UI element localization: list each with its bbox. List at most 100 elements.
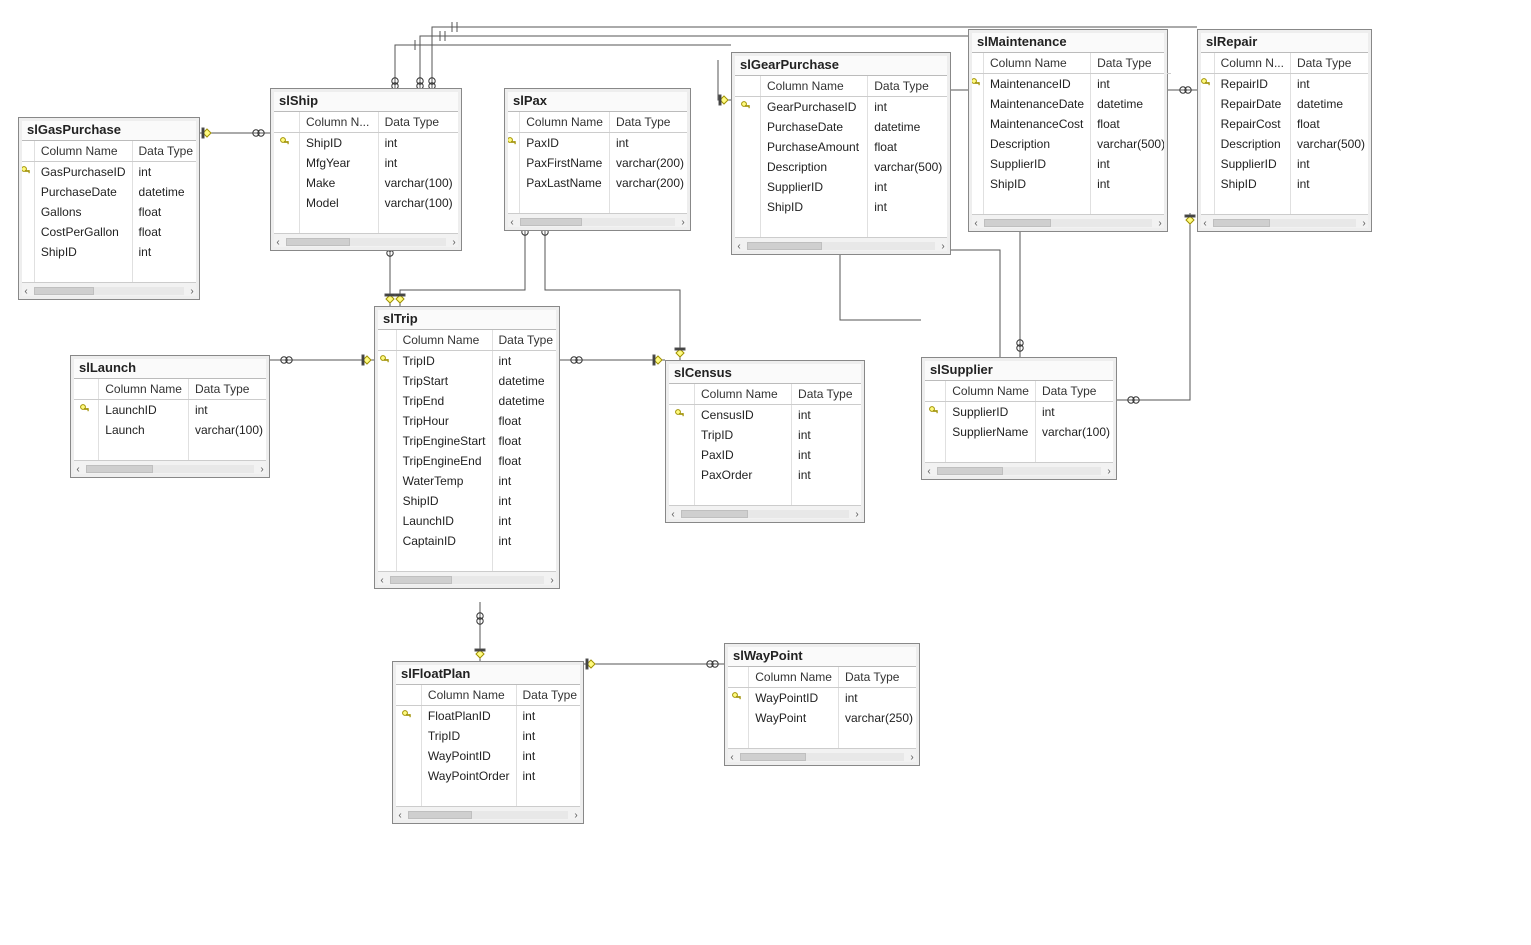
scroll-track[interactable] <box>286 238 446 246</box>
table-row[interactable]: TripEngineStartfloat <box>375 431 559 451</box>
table-row[interactable]: TripEngineEndfloat <box>375 451 559 471</box>
table-row[interactable]: ShipIDint <box>1198 174 1371 194</box>
table-title[interactable]: slLaunch <box>71 356 269 379</box>
table-row[interactable]: CensusIDint <box>666 405 864 426</box>
table-title[interactable]: slWayPoint <box>725 644 919 667</box>
scroll-thumb[interactable] <box>937 467 1003 475</box>
table-slSupplier[interactable]: slSupplierColumn NameData Type SupplierI… <box>921 357 1117 480</box>
scroll-left-icon[interactable]: ‹ <box>725 750 739 764</box>
table-row[interactable]: RepairCostfloat <box>1198 114 1371 134</box>
table-scrollbar[interactable]: ‹› <box>71 460 269 477</box>
table-row[interactable]: LaunchIDint <box>71 400 269 421</box>
scroll-thumb[interactable] <box>408 811 472 819</box>
scroll-thumb[interactable] <box>747 242 822 250</box>
table-row[interactable]: WayPointIDint <box>725 688 919 709</box>
scroll-thumb[interactable] <box>1213 219 1270 227</box>
table-row[interactable]: PaxOrderint <box>666 465 864 485</box>
table-title[interactable]: slCensus <box>666 361 864 384</box>
table-row[interactable]: SupplierIDint <box>732 177 950 197</box>
table-row[interactable]: PaxFirstNamevarchar(200) <box>505 153 690 173</box>
table-row[interactable]: Descriptionvarchar(500) <box>732 157 950 177</box>
table-scrollbar[interactable]: ‹› <box>969 214 1167 231</box>
table-scrollbar[interactable]: ‹› <box>1198 214 1371 231</box>
table-row[interactable]: Descriptionvarchar(500) <box>1198 134 1371 154</box>
table-scrollbar[interactable]: ‹› <box>393 806 583 823</box>
scroll-right-icon[interactable]: › <box>255 462 269 476</box>
table-row[interactable]: TripIDint <box>666 425 864 445</box>
scroll-right-icon[interactable]: › <box>185 284 199 298</box>
table-title[interactable]: slFloatPlan <box>393 662 583 685</box>
table-row[interactable]: FloatPlanIDint <box>393 706 583 727</box>
table-row[interactable]: ShipIDint <box>375 491 559 511</box>
table-scrollbar[interactable]: ‹› <box>725 748 919 765</box>
table-row[interactable]: MaintenanceDatedatetime <box>969 94 1171 114</box>
scroll-track[interactable] <box>747 242 935 250</box>
table-row[interactable]: GearPurchaseIDint <box>732 97 950 118</box>
table-row[interactable]: WaterTempint <box>375 471 559 491</box>
scroll-track[interactable] <box>740 753 904 761</box>
table-title[interactable]: slPax <box>505 89 690 112</box>
scroll-thumb[interactable] <box>681 510 748 518</box>
table-row[interactable]: PaxIDint <box>505 133 690 154</box>
table-row[interactable]: CaptainIDint <box>375 531 559 551</box>
scroll-right-icon[interactable]: › <box>905 750 919 764</box>
table-row[interactable]: PurchaseDatedatetime <box>19 182 199 202</box>
table-scrollbar[interactable]: ‹› <box>271 233 461 250</box>
scroll-thumb[interactable] <box>390 576 452 584</box>
scroll-left-icon[interactable]: ‹ <box>505 215 519 229</box>
table-row[interactable]: SupplierIDint <box>969 154 1171 174</box>
table-slCensus[interactable]: slCensusColumn NameData Type CensusIDint… <box>665 360 865 523</box>
table-row[interactable]: MfgYearint <box>271 153 461 173</box>
scroll-left-icon[interactable]: ‹ <box>271 235 285 249</box>
table-row[interactable]: SupplierIDint <box>922 402 1116 423</box>
scroll-left-icon[interactable]: ‹ <box>71 462 85 476</box>
scroll-left-icon[interactable]: ‹ <box>732 239 746 253</box>
table-scrollbar[interactable]: ‹› <box>732 237 950 254</box>
scroll-right-icon[interactable]: › <box>1102 464 1116 478</box>
scroll-right-icon[interactable]: › <box>936 239 950 253</box>
scroll-track[interactable] <box>86 465 254 473</box>
table-row[interactable]: CostPerGallonfloat <box>19 222 199 242</box>
table-row[interactable]: WayPointOrderint <box>393 766 583 786</box>
table-title[interactable]: slShip <box>271 89 461 112</box>
diagram-canvas[interactable]: slGasPurchaseColumn NameData Type GasPur… <box>0 0 1531 945</box>
scroll-left-icon[interactable]: ‹ <box>19 284 33 298</box>
table-slGearPurchase[interactable]: slGearPurchaseColumn NameData Type GearP… <box>731 52 951 255</box>
table-row[interactable]: PurchaseAmountfloat <box>732 137 950 157</box>
scroll-track[interactable] <box>984 219 1152 227</box>
table-title[interactable]: slSupplier <box>922 358 1116 381</box>
scroll-left-icon[interactable]: ‹ <box>969 216 983 230</box>
table-slTrip[interactable]: slTripColumn NameData Type TripIDintTrip… <box>374 306 560 589</box>
scroll-right-icon[interactable]: › <box>545 573 559 587</box>
table-scrollbar[interactable]: ‹› <box>19 282 199 299</box>
scroll-thumb[interactable] <box>520 218 582 226</box>
scroll-track[interactable] <box>520 218 675 226</box>
table-title[interactable]: slTrip <box>375 307 559 330</box>
table-slShip[interactable]: slShipColumn N...Data Type ShipIDintMfgY… <box>270 88 462 251</box>
table-row[interactable]: PaxIDint <box>666 445 864 465</box>
table-scrollbar[interactable]: ‹› <box>922 462 1116 479</box>
scroll-thumb[interactable] <box>286 238 350 246</box>
scroll-right-icon[interactable]: › <box>850 507 864 521</box>
table-title[interactable]: slGasPurchase <box>19 118 199 141</box>
table-row[interactable]: MaintenanceIDint <box>969 74 1171 95</box>
table-row[interactable]: Launchvarchar(100) <box>71 420 269 440</box>
scroll-track[interactable] <box>681 510 849 518</box>
table-row[interactable]: ShipIDint <box>271 133 461 154</box>
scroll-track[interactable] <box>390 576 544 584</box>
table-row[interactable]: Descriptionvarchar(500) <box>969 134 1171 154</box>
table-row[interactable]: RepairIDint <box>1198 74 1371 95</box>
scroll-right-icon[interactable]: › <box>676 215 690 229</box>
table-slFloatPlan[interactable]: slFloatPlanColumn NameData Type FloatPla… <box>392 661 584 824</box>
scroll-left-icon[interactable]: ‹ <box>1198 216 1212 230</box>
table-row[interactable]: PurchaseDatedatetime <box>732 117 950 137</box>
scroll-right-icon[interactable]: › <box>1357 216 1371 230</box>
scroll-right-icon[interactable]: › <box>447 235 461 249</box>
table-row[interactable]: SupplierNamevarchar(100) <box>922 422 1116 442</box>
table-row[interactable]: ShipIDint <box>19 242 199 262</box>
table-row[interactable]: Modelvarchar(100) <box>271 193 461 213</box>
table-row[interactable]: Makevarchar(100) <box>271 173 461 193</box>
table-title[interactable]: slMaintenance <box>969 30 1167 53</box>
table-title[interactable]: slRepair <box>1198 30 1371 53</box>
table-slRepair[interactable]: slRepairColumn N...Data Type RepairIDint… <box>1197 29 1372 232</box>
